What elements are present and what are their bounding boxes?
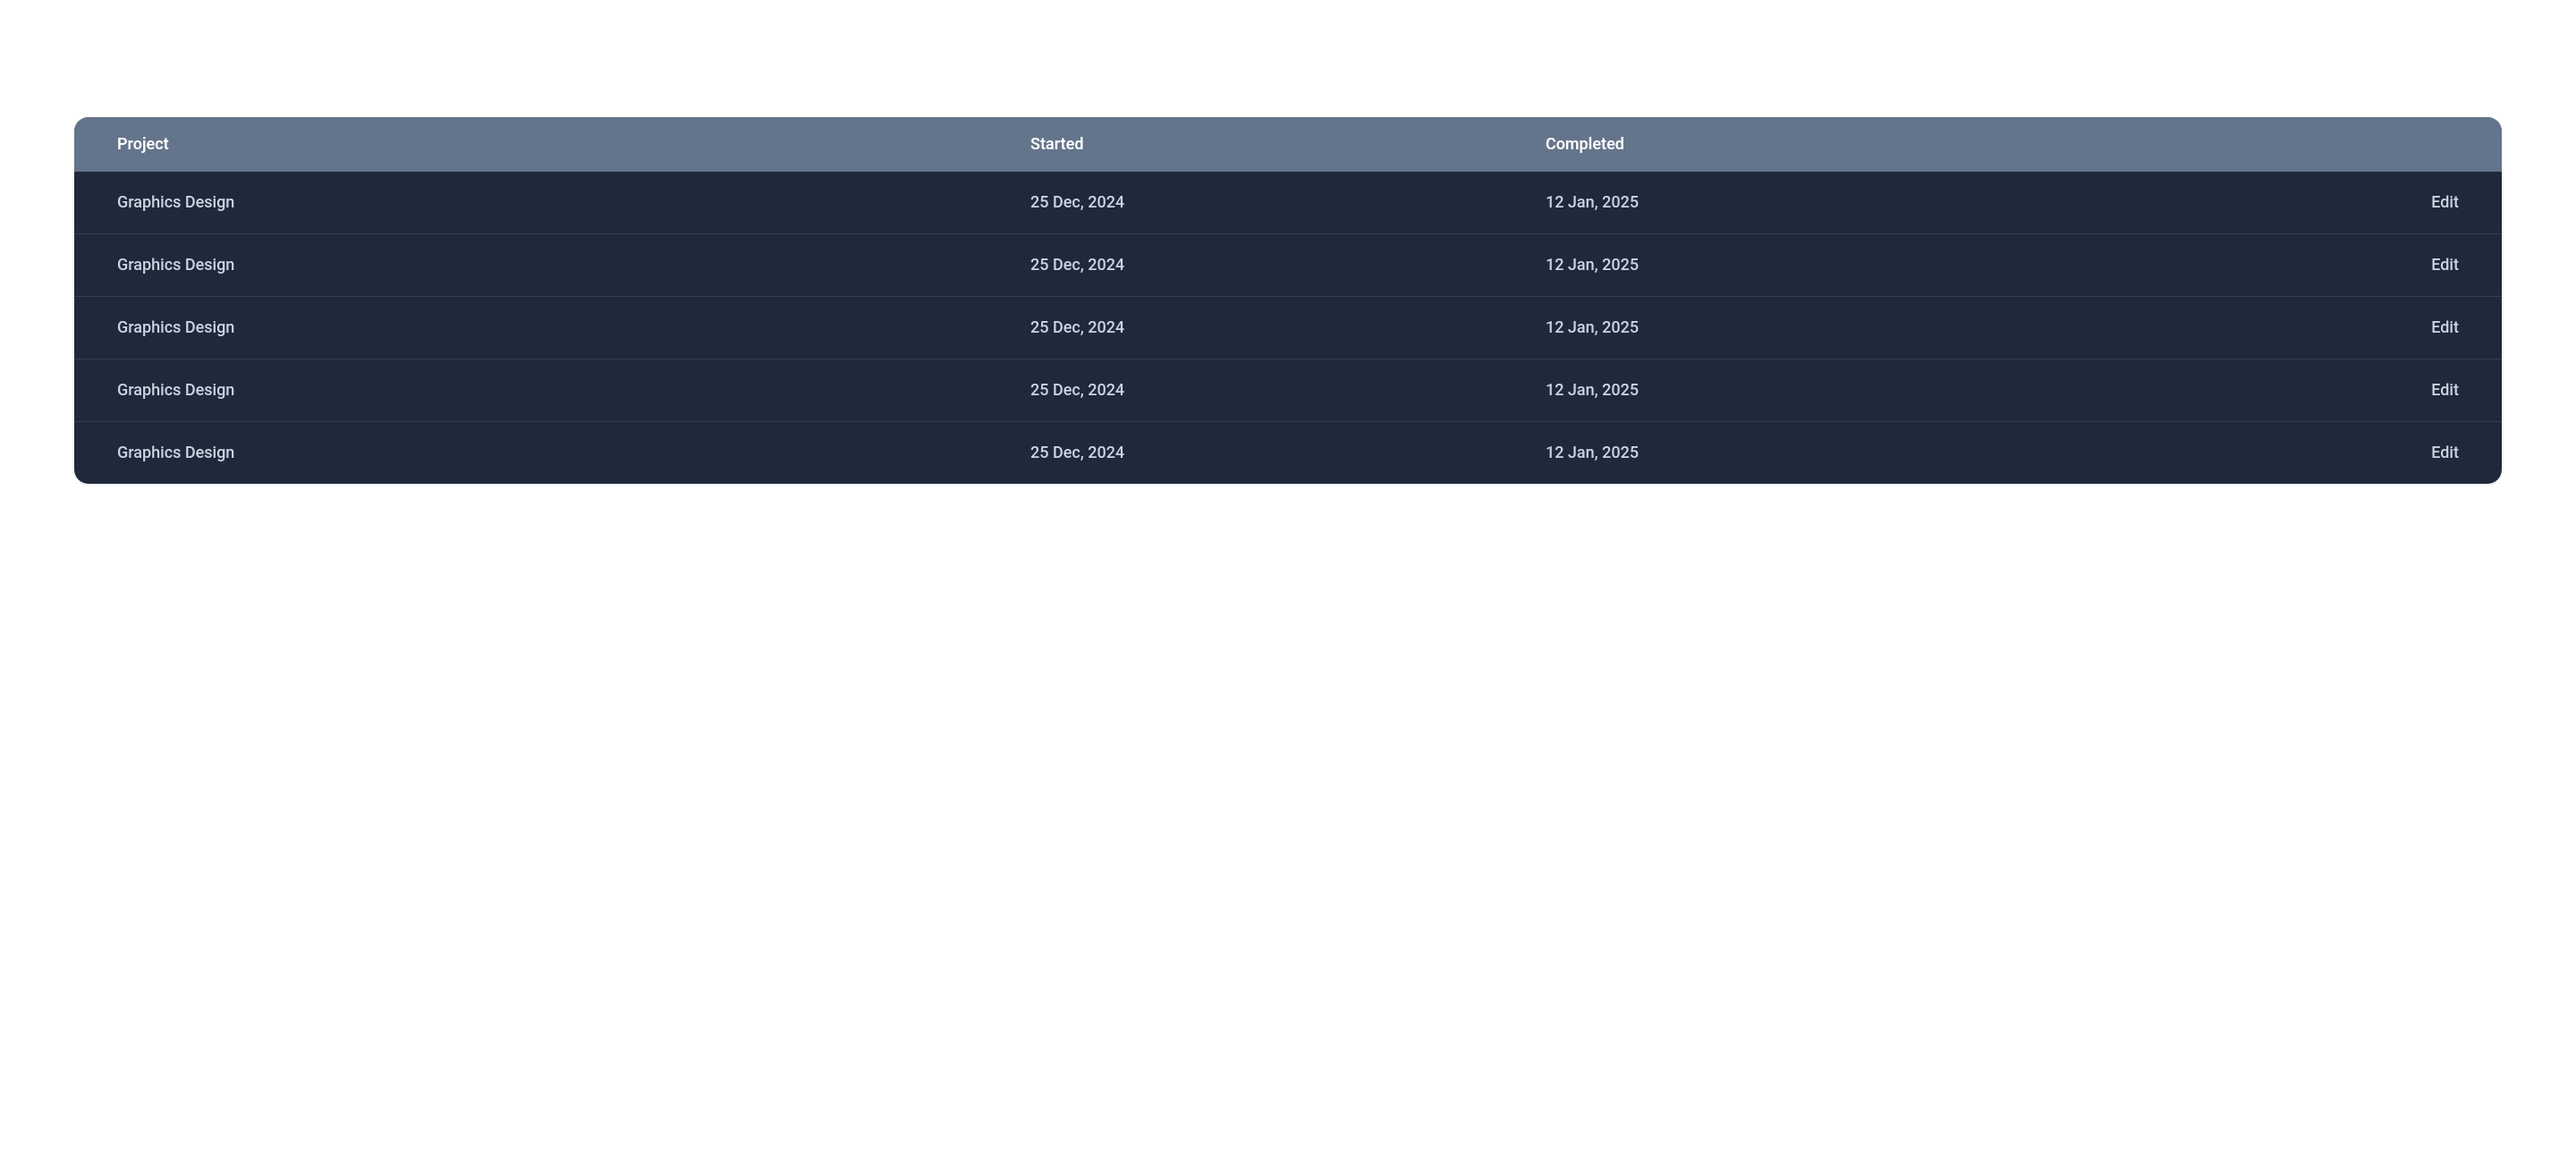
cell-action: Edit <box>2224 381 2459 400</box>
table-header-row: Project Started Completed <box>74 117 2502 172</box>
cell-completed: 12 Jan, 2025 <box>1546 381 2224 400</box>
edit-link[interactable]: Edit <box>2431 318 2459 337</box>
edit-link[interactable]: Edit <box>2431 256 2459 275</box>
edit-link[interactable]: Edit <box>2431 444 2459 462</box>
header-action <box>2224 135 2459 154</box>
cell-started: 25 Dec, 2024 <box>1030 256 1546 275</box>
table-row: Graphics Design 25 Dec, 2024 12 Jan, 202… <box>74 422 2502 484</box>
cell-started: 25 Dec, 2024 <box>1030 193 1546 212</box>
cell-project: Graphics Design <box>117 444 1030 462</box>
cell-completed: 12 Jan, 2025 <box>1546 318 2224 337</box>
cell-completed: 12 Jan, 2025 <box>1546 256 2224 275</box>
table-row: Graphics Design 25 Dec, 2024 12 Jan, 202… <box>74 359 2502 422</box>
edit-link[interactable]: Edit <box>2431 193 2459 212</box>
cell-project: Graphics Design <box>117 318 1030 337</box>
cell-project: Graphics Design <box>117 256 1030 275</box>
cell-project: Graphics Design <box>117 381 1030 400</box>
cell-project: Graphics Design <box>117 193 1030 212</box>
header-project: Project <box>117 135 1030 154</box>
cell-completed: 12 Jan, 2025 <box>1546 444 2224 462</box>
table-row: Graphics Design 25 Dec, 2024 12 Jan, 202… <box>74 172 2502 234</box>
table-row: Graphics Design 25 Dec, 2024 12 Jan, 202… <box>74 297 2502 359</box>
projects-table: Project Started Completed Graphics Desig… <box>74 117 2502 484</box>
cell-action: Edit <box>2224 256 2459 275</box>
cell-action: Edit <box>2224 444 2459 462</box>
cell-action: Edit <box>2224 193 2459 212</box>
header-completed: Completed <box>1546 135 2224 154</box>
cell-started: 25 Dec, 2024 <box>1030 318 1546 337</box>
edit-link[interactable]: Edit <box>2431 381 2459 400</box>
table-row: Graphics Design 25 Dec, 2024 12 Jan, 202… <box>74 234 2502 297</box>
header-started: Started <box>1030 135 1546 154</box>
cell-action: Edit <box>2224 318 2459 337</box>
cell-started: 25 Dec, 2024 <box>1030 381 1546 400</box>
cell-completed: 12 Jan, 2025 <box>1546 193 2224 212</box>
cell-started: 25 Dec, 2024 <box>1030 444 1546 462</box>
